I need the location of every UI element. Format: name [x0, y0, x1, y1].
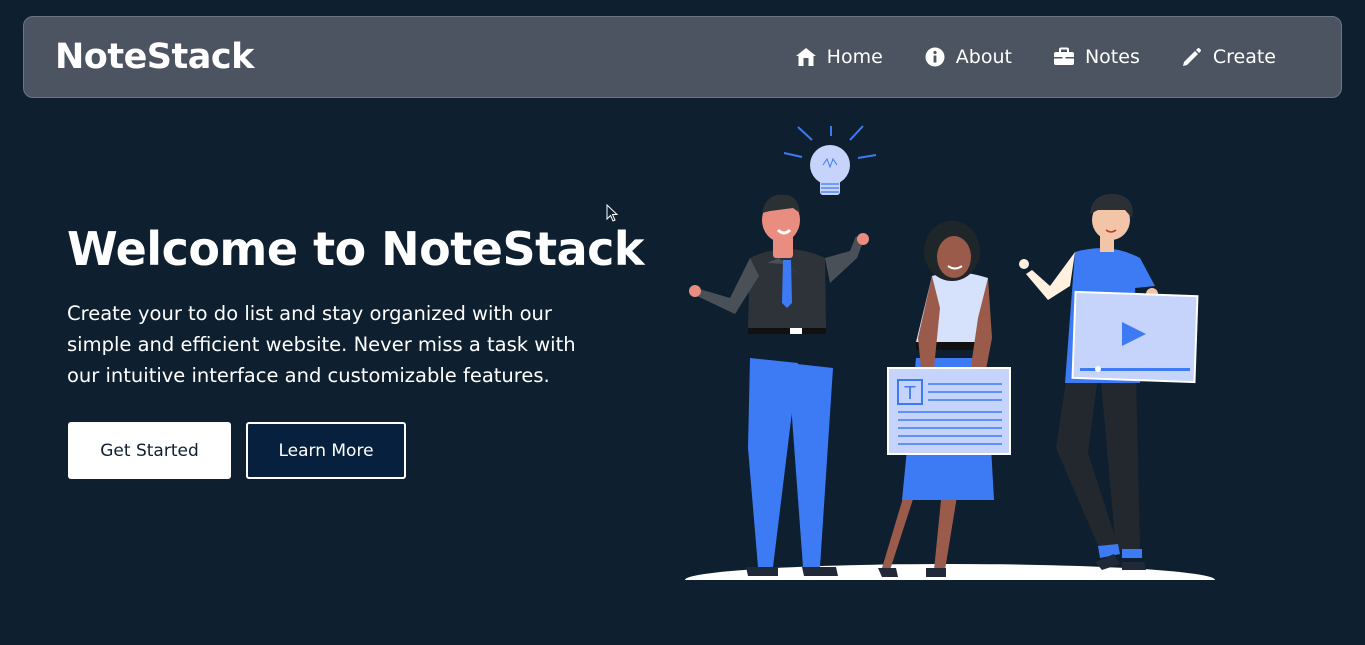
nav-label-home: Home	[826, 46, 883, 68]
info-icon	[924, 46, 946, 68]
video-player-board	[1071, 290, 1199, 384]
pencil-icon	[1181, 46, 1203, 68]
hero-description: Create your to do list and stay organize…	[67, 302, 576, 387]
team-collaboration-illustration: T	[680, 125, 1220, 588]
nav-label-about: About	[955, 46, 1012, 68]
nav-item-home[interactable]: Home	[795, 46, 883, 68]
hero-title: Welcome to NoteStack	[67, 222, 645, 276]
document-board: T	[887, 367, 1011, 455]
navbar: NoteStack Home About Notes Create	[23, 16, 1342, 98]
nav-item-about[interactable]: About	[924, 46, 1012, 68]
home-icon	[795, 46, 817, 68]
nav-links: Home About Notes Create	[795, 46, 1276, 68]
person-left	[689, 194, 869, 576]
lightbulb-icon	[783, 125, 877, 195]
document-letter: T	[904, 383, 917, 404]
person-right	[1019, 193, 1158, 570]
nav-item-create[interactable]: Create	[1181, 46, 1276, 68]
get-started-button[interactable]: Get Started	[68, 422, 231, 479]
nav-item-notes[interactable]: Notes	[1053, 46, 1140, 68]
mouse-cursor-icon	[606, 204, 619, 222]
learn-more-button[interactable]: Learn More	[246, 422, 406, 479]
nav-label-notes: Notes	[1084, 46, 1140, 68]
nav-label-create: Create	[1212, 46, 1276, 68]
briefcase-icon	[1053, 46, 1075, 68]
brand-logo[interactable]: NoteStack	[55, 37, 254, 77]
